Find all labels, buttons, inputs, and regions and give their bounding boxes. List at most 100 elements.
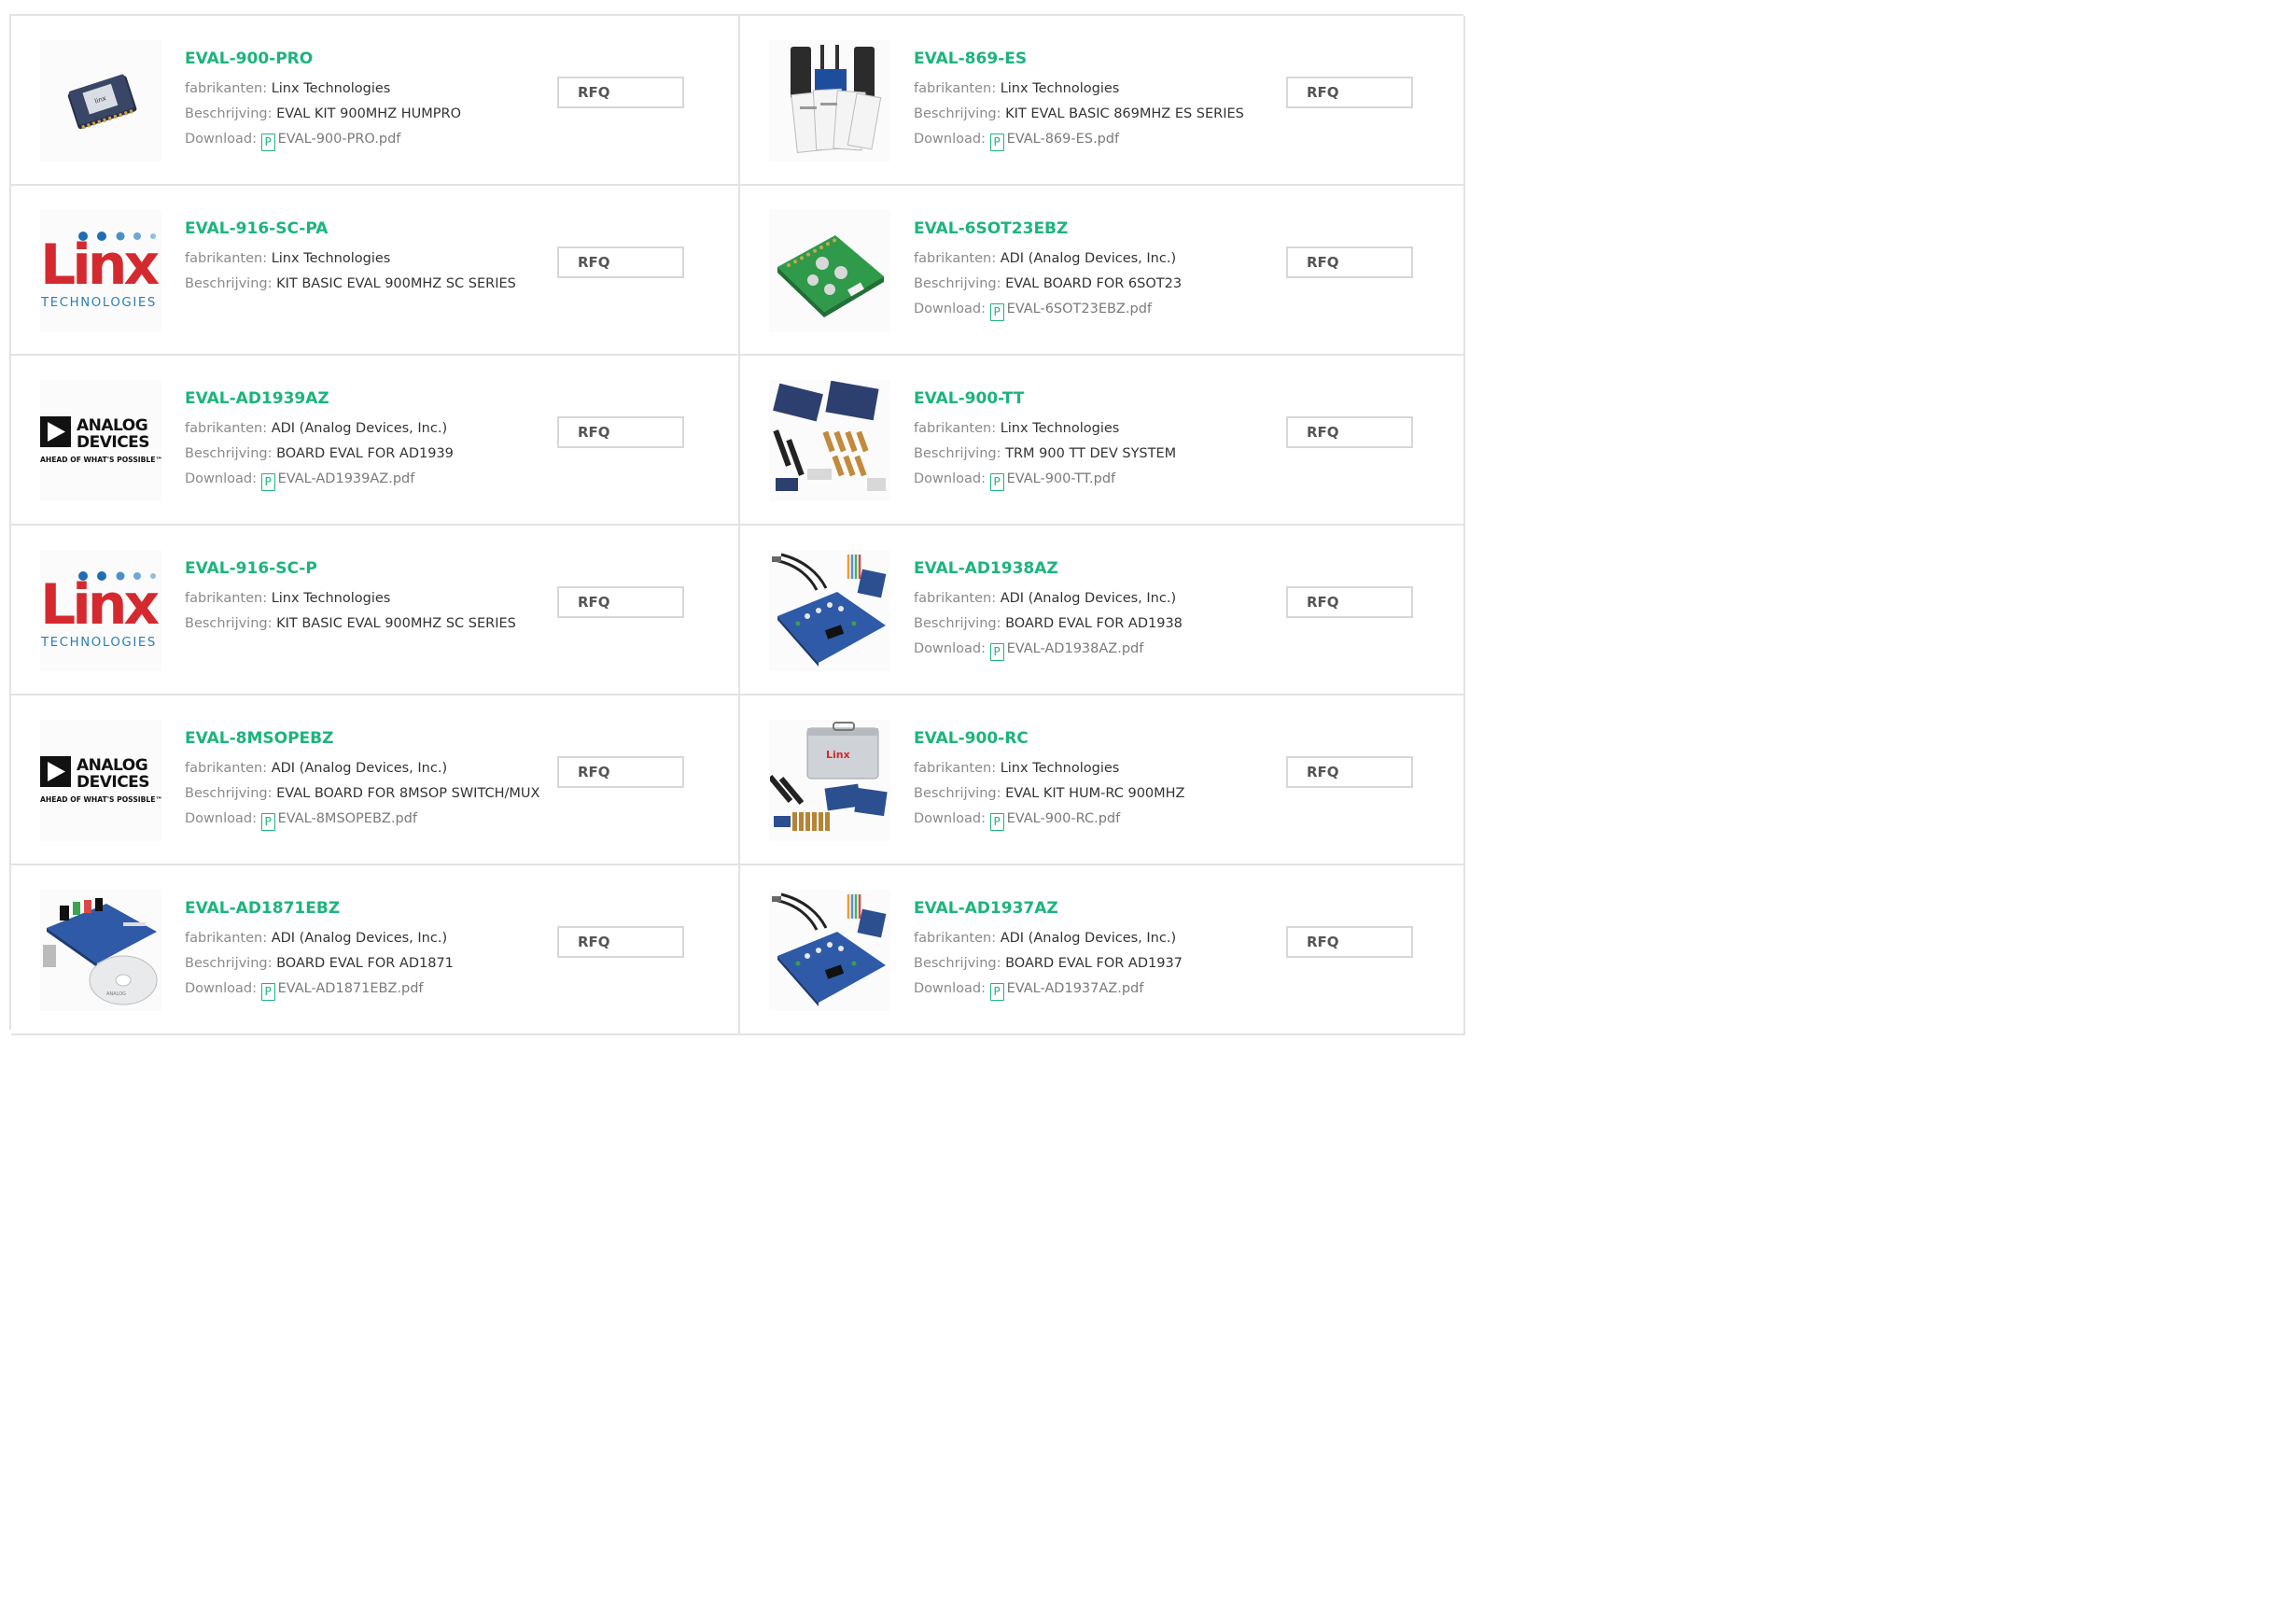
product-image[interactable]: Linx: [769, 720, 890, 841]
rfq-button[interactable]: RFQ: [1286, 756, 1413, 788]
datasheet-download-link[interactable]: EVAL-AD1939AZ.pdf: [278, 471, 415, 486]
description-value: BOARD EVAL FOR AD1939: [276, 446, 454, 461]
pdf-file-icon[interactable]: P: [260, 133, 275, 151]
download-row: Download: P EVAL-AD1938AZ.pdf: [914, 637, 1249, 662]
rfq-button[interactable]: RFQ: [557, 586, 684, 618]
description-row: Beschrijving: BOARD EVAL FOR AD1939: [185, 442, 524, 467]
product-title-link[interactable]: EVAL-900-RC: [914, 726, 1249, 751]
linx-logo-tagline: TECHNOLOGIES: [40, 636, 157, 650]
product-info: EVAL-AD1938AZ fabrikanten: ADI (Analog De…: [914, 556, 1249, 662]
manufacturer-value: Linx Technologies: [1000, 81, 1120, 96]
datasheet-download-link[interactable]: EVAL-6SOT23EBZ.pdf: [1007, 302, 1152, 316]
manufacturer-label: fabrikanten:: [185, 251, 268, 266]
datasheet-download-link[interactable]: EVAL-AD1938AZ.pdf: [1007, 641, 1144, 656]
product-title-link[interactable]: EVAL-8MSOPEBZ: [185, 726, 524, 751]
rfq-button[interactable]: RFQ: [557, 77, 684, 108]
linx-logo-wordmark: Linx: [40, 232, 160, 298]
rfq-button[interactable]: RFQ: [1286, 246, 1413, 278]
product-title-link[interactable]: EVAL-869-ES: [914, 47, 1249, 71]
rfq-button[interactable]: RFQ: [1286, 586, 1413, 618]
manufacturer-label: fabrikanten:: [914, 591, 997, 606]
product-info: EVAL-916-SC-P fabrikanten: Linx Technolog…: [185, 556, 524, 637]
datasheet-download-link[interactable]: EVAL-900-PRO.pdf: [278, 132, 401, 147]
product-title-link[interactable]: EVAL-AD1939AZ: [185, 386, 524, 411]
svg-text:ANALOG: ANALOG: [77, 756, 147, 775]
manufacturer-logo[interactable]: Linx TECHNOLOGIES: [40, 550, 161, 671]
product-image[interactable]: [769, 890, 890, 1011]
description-value: TRM 900 TT DEV SYSTEM: [1005, 446, 1177, 461]
manufacturer-value: ADI (Analog Devices, Inc.): [271, 931, 448, 946]
download-label: Download:: [185, 981, 257, 996]
svg-text:DEVICES: DEVICES: [77, 433, 149, 452]
manufacturer-label: fabrikanten:: [914, 81, 997, 96]
rfq-button[interactable]: RFQ: [557, 416, 684, 448]
datasheet-download-link[interactable]: EVAL-AD1871EBZ.pdf: [278, 981, 424, 996]
product-card: EVAL-900-TT fabrikanten: Linx Technologie…: [740, 356, 1465, 526]
datasheet-download-link[interactable]: EVAL-8MSOPEBZ.pdf: [278, 811, 417, 826]
linx-logo-tagline: TECHNOLOGIES: [40, 296, 157, 310]
manufacturer-logo[interactable]: ANALOG DEVICES AHEAD OF WHAT'S POSSIBLE™: [40, 720, 161, 841]
product-image[interactable]: [769, 550, 890, 671]
product-title-link[interactable]: EVAL-AD1871EBZ: [185, 896, 524, 920]
datasheet-download-link[interactable]: EVAL-869-ES.pdf: [1007, 132, 1120, 147]
pdf-file-icon[interactable]: P: [989, 303, 1004, 321]
manufacturer-logo[interactable]: Linx TECHNOLOGIES: [40, 210, 161, 331]
product-image[interactable]: [769, 380, 890, 501]
description-value: EVAL KIT HUM-RC 900MHZ: [1005, 786, 1185, 801]
description-row: Beschrijving: KIT BASIC EVAL 900MHZ SC S…: [185, 272, 524, 297]
manufacturer-label: fabrikanten:: [185, 81, 268, 96]
description-value: EVAL BOARD FOR 6SOT23: [1005, 276, 1183, 291]
product-title-link[interactable]: EVAL-900-TT: [914, 386, 1249, 411]
product-title-link[interactable]: EVAL-900-PRO: [185, 47, 524, 71]
manufacturer-label: fabrikanten:: [914, 761, 997, 776]
download-label: Download:: [914, 811, 986, 826]
rfq-button[interactable]: RFQ: [557, 246, 684, 278]
rfq-button[interactable]: RFQ: [557, 756, 684, 788]
rfq-button[interactable]: RFQ: [1286, 416, 1413, 448]
pdf-file-icon[interactable]: P: [989, 983, 1004, 1001]
manufacturer-row: fabrikanten: ADI (Analog Devices, Inc.): [914, 586, 1249, 611]
product-image[interactable]: [769, 210, 890, 331]
download-row: Download: P EVAL-900-TT.pdf: [914, 467, 1249, 492]
product-title-link[interactable]: EVAL-6SOT23EBZ: [914, 217, 1249, 241]
product-card: linx EVAL-900-PRO fabrikanten: Linx Techno…: [11, 16, 740, 186]
description-label: Beschrijving:: [914, 786, 1001, 801]
download-label: Download:: [914, 302, 986, 316]
rfq-button[interactable]: RFQ: [1286, 926, 1413, 958]
description-row: Beschrijving: EVAL BOARD FOR 6SOT23: [914, 272, 1249, 297]
product-title-link[interactable]: EVAL-AD1938AZ: [914, 556, 1249, 581]
description-row: Beschrijving: KIT EVAL BASIC 869MHZ ES S…: [914, 102, 1249, 127]
description-label: Beschrijving:: [185, 106, 273, 121]
manufacturer-value: Linx Technologies: [271, 251, 391, 266]
product-title-link[interactable]: EVAL-AD1937AZ: [914, 896, 1249, 920]
datasheet-download-link[interactable]: EVAL-AD1937AZ.pdf: [1007, 981, 1144, 996]
product-image[interactable]: linx: [40, 40, 161, 162]
description-row: Beschrijving: BOARD EVAL FOR AD1937: [914, 951, 1249, 977]
product-image[interactable]: [769, 40, 890, 162]
description-label: Beschrijving:: [185, 956, 273, 971]
pdf-file-icon[interactable]: P: [989, 473, 1004, 491]
product-image[interactable]: ANALOG: [40, 890, 161, 1011]
product-title-link[interactable]: EVAL-916-SC-P: [185, 556, 524, 581]
product-info: EVAL-8MSOPEBZ fabrikanten: ADI (Analog De…: [185, 726, 539, 832]
manufacturer-logo[interactable]: ANALOG DEVICES AHEAD OF WHAT'S POSSIBLE™: [40, 380, 161, 501]
datasheet-download-link[interactable]: EVAL-900-TT.pdf: [1007, 471, 1116, 486]
datasheet-download-link[interactable]: EVAL-900-RC.pdf: [1007, 811, 1121, 826]
manufacturer-label: fabrikanten:: [914, 931, 997, 946]
svg-text:ANALOG: ANALOG: [106, 991, 126, 997]
pdf-file-icon[interactable]: P: [260, 813, 275, 831]
download-row: Download: P EVAL-869-ES.pdf: [914, 127, 1249, 152]
rfq-button[interactable]: RFQ: [1286, 77, 1413, 108]
pdf-file-icon[interactable]: P: [989, 133, 1004, 151]
manufacturer-label: fabrikanten:: [185, 421, 268, 436]
pdf-file-icon[interactable]: P: [989, 643, 1004, 661]
pdf-file-icon[interactable]: P: [260, 983, 275, 1001]
download-label: Download:: [914, 132, 986, 147]
pdf-file-icon[interactable]: P: [989, 813, 1004, 831]
linx-logo-wordmark: Linx: [40, 572, 160, 638]
pdf-file-icon[interactable]: P: [260, 473, 275, 491]
download-label: Download:: [185, 471, 257, 486]
product-title-link[interactable]: EVAL-916-SC-PA: [185, 217, 524, 241]
rfq-button[interactable]: RFQ: [557, 926, 684, 958]
description-row: Beschrijving: EVAL BOARD FOR 8MSOP SWITC…: [185, 781, 539, 807]
